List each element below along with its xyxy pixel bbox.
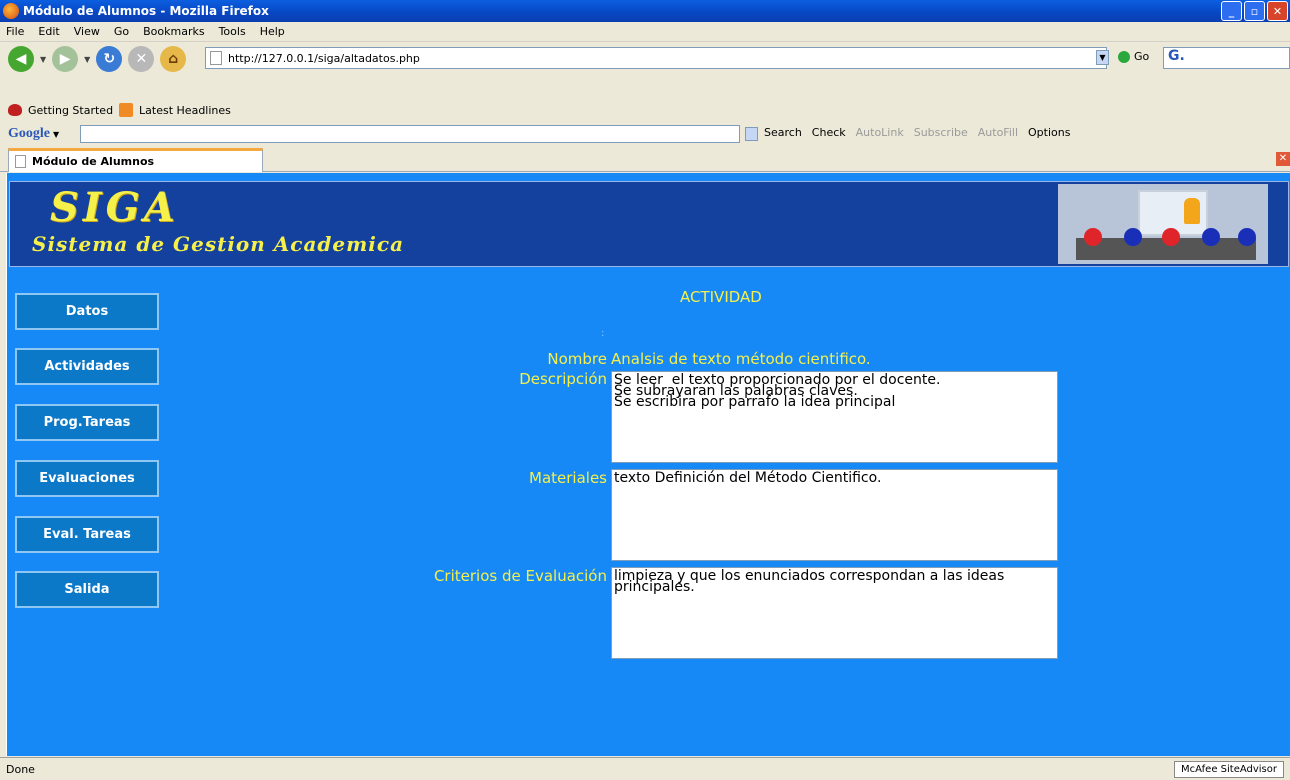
menu-tools[interactable]: Tools — [219, 25, 246, 38]
menu-file[interactable]: File — [6, 25, 24, 38]
eval-tareas-button[interactable]: Eval. Tareas — [15, 516, 159, 553]
student-icon — [1084, 228, 1102, 246]
teacher-icon — [1184, 198, 1200, 224]
salida-button[interactable]: Salida — [15, 571, 159, 608]
title-bar: Módulo de Alumnos - Mozilla Firefox _ ▫ … — [0, 0, 1290, 22]
bookmarks-toolbar: Getting Started Latest Headlines — [0, 98, 1290, 122]
tab-label: Módulo de Alumnos — [32, 155, 155, 168]
back-dropdown-icon[interactable]: ▼ — [40, 55, 46, 64]
nombre-value: Analsis de texto método cientifico. — [611, 350, 871, 368]
firefox-icon — [3, 3, 19, 19]
window-controls: _ ▫ ✕ — [1221, 1, 1288, 21]
window-title: Módulo de Alumnos - Mozilla Firefox — [23, 4, 269, 18]
tab-modulo-alumnos[interactable]: Módulo de Alumnos — [8, 148, 263, 172]
page-icon — [15, 155, 26, 168]
maximize-button[interactable]: ▫ — [1244, 1, 1265, 21]
stop-icon[interactable]: ✕ — [128, 46, 155, 72]
browser-window: Módulo de Alumnos - Mozilla Firefox _ ▫ … — [0, 0, 1290, 780]
student-icon — [1238, 228, 1256, 246]
google-logo[interactable]: Google — [8, 126, 50, 142]
descripcion-label: Descripción — [519, 370, 607, 388]
close-tab-icon[interactable]: ✕ — [1276, 152, 1290, 166]
mcafee-siteadvisor-button[interactable]: McAfee SiteAdvisor — [1174, 761, 1284, 778]
page-icon — [210, 51, 222, 65]
status-bar: Done McAfee SiteAdvisor — [0, 757, 1290, 780]
menu-edit[interactable]: Edit — [38, 25, 59, 38]
menu-bar: File Edit View Go Bookmarks Tools Help — [0, 22, 1290, 42]
page-title: ACTIVIDAD — [680, 288, 762, 306]
nombre-label: Nombre — [547, 350, 607, 368]
actividades-button[interactable]: Actividades — [15, 348, 159, 385]
close-button[interactable]: ✕ — [1267, 1, 1288, 21]
google-tools: Search Check AutoLink Subscribe AutoFill… — [764, 126, 1070, 139]
materiales-label: Materiales — [529, 469, 607, 487]
menu-help[interactable]: Help — [260, 25, 285, 38]
google-subscribe-button[interactable]: Subscribe — [914, 126, 968, 139]
prog-tareas-button[interactable]: Prog.Tareas — [15, 404, 159, 441]
google-check-button[interactable]: Check — [812, 126, 846, 139]
criterios-textarea[interactable]: limpieza y que los enunciados correspond… — [611, 567, 1058, 659]
google-search-dropdown-icon[interactable] — [745, 127, 758, 141]
url-bar[interactable]: http://127.0.0.1/siga/altadatos.php — [205, 47, 1107, 69]
google-search-input[interactable] — [80, 125, 740, 143]
url-dropdown-icon[interactable]: ▼ — [1096, 50, 1109, 65]
back-arrow-icon[interactable]: ◀ — [8, 46, 34, 72]
google-options-button[interactable]: Options — [1028, 126, 1070, 139]
page-content: SIGA Sistema de Gestion Academica Datos … — [6, 173, 1290, 756]
getting-started-icon — [8, 104, 22, 116]
student-icon — [1162, 228, 1180, 246]
siga-logo: SIGA — [50, 184, 179, 231]
status-text: Done — [6, 762, 35, 776]
materiales-textarea[interactable]: texto Definición del Método Cientifico. — [611, 469, 1058, 561]
bookmark-getting-started[interactable]: Getting Started — [28, 104, 113, 117]
menu-bookmarks[interactable]: Bookmarks — [143, 25, 204, 38]
student-icon — [1202, 228, 1220, 246]
google-autofill-button[interactable]: AutoFill — [978, 126, 1018, 139]
google-autolink-button[interactable]: AutoLink — [856, 126, 904, 139]
go-icon — [1118, 50, 1130, 63]
evaluaciones-button[interactable]: Evaluaciones — [15, 460, 159, 497]
criterios-label: Criterios de Evaluación — [433, 567, 607, 585]
student-icon — [1124, 228, 1142, 246]
google-menu-icon[interactable]: ▼ — [53, 130, 59, 139]
separator-text: : — [601, 328, 605, 339]
navigation-toolbar: ◀ ▼ ▶ ▼ ↻ ✕ ⌂ http://127.0.0.1/siga/alta… — [0, 43, 1290, 75]
bookmark-latest-headlines[interactable]: Latest Headlines — [139, 104, 231, 117]
go-button[interactable]: Go — [1118, 50, 1149, 63]
forward-arrow-icon[interactable]: ▶ — [52, 46, 79, 72]
rss-feed-icon — [119, 103, 134, 117]
datos-button[interactable]: Datos — [15, 293, 159, 330]
google-search-button[interactable]: Search — [764, 126, 802, 139]
siga-banner: SIGA Sistema de Gestion Academica — [9, 181, 1289, 267]
menu-go[interactable]: Go — [114, 25, 129, 38]
tab-strip: Módulo de Alumnos ✕ — [0, 146, 1290, 172]
google-toolbar: Google ▼ Search Check AutoLink Subscribe… — [0, 122, 1290, 146]
url-text: http://127.0.0.1/siga/altadatos.php — [228, 51, 420, 65]
siga-subtitle: Sistema de Gestion Academica — [32, 232, 405, 256]
reload-icon[interactable]: ↻ — [96, 46, 123, 72]
menu-view[interactable]: View — [74, 25, 100, 38]
go-label: Go — [1134, 50, 1150, 63]
classroom-image — [1058, 184, 1268, 264]
descripcion-textarea[interactable]: Se leer el texto proporcionado por el do… — [611, 371, 1058, 463]
home-icon[interactable]: ⌂ — [160, 46, 187, 72]
google-search-icon[interactable]: G. — [1163, 47, 1290, 69]
forward-dropdown-icon[interactable]: ▼ — [84, 55, 90, 64]
minimize-button[interactable]: _ — [1221, 1, 1242, 21]
